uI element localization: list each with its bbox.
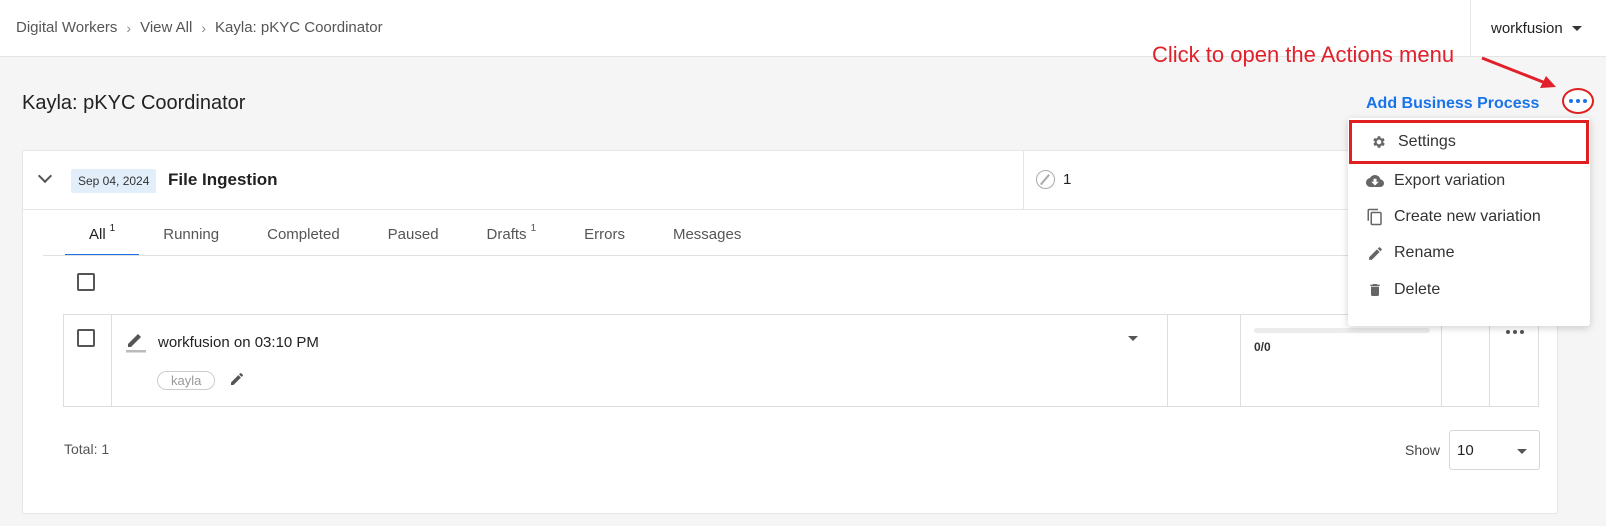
- chevron-down-icon[interactable]: [37, 168, 53, 184]
- gear-icon: [1370, 133, 1388, 151]
- breadcrumb-current: Kayla: pKYC Coordinator: [215, 19, 383, 36]
- process-header[interactable]: Sep 04, 2024 File Ingestion 1: [23, 151, 1559, 210]
- row-title[interactable]: workfusion on 03:10 PM: [158, 334, 319, 351]
- menu-item-label: Rename: [1394, 244, 1455, 261]
- business-process-card: Sep 04, 2024 File Ingestion 1 All 1 Runnin…: [22, 150, 1559, 514]
- more-dot: [1583, 99, 1587, 103]
- count-value: 1: [1063, 171, 1072, 188]
- process-count: 1: [1036, 170, 1071, 189]
- tab-count-badge: 1: [109, 222, 116, 234]
- user-name: workfusion: [1491, 20, 1563, 37]
- process-name: File Ingestion: [168, 170, 278, 189]
- tabs-divider: [43, 255, 1539, 256]
- trash-icon: [1366, 281, 1384, 299]
- tab-errors[interactable]: Errors: [560, 213, 649, 255]
- ban-icon: [1036, 170, 1055, 189]
- chevron-right-icon: ›: [201, 19, 207, 36]
- annotation-arrow-icon: [1481, 56, 1556, 88]
- row-caret-down-icon[interactable]: [1128, 336, 1138, 341]
- table-row[interactable]: workfusion on 03:10 PM kayla 0/0: [63, 314, 1539, 407]
- more-dot: [1576, 99, 1580, 103]
- cell-divider: [1167, 315, 1168, 406]
- progress-bar: [1254, 328, 1430, 333]
- cloud-download-icon: [1366, 172, 1384, 190]
- pencil-icon: [1366, 244, 1384, 262]
- breadcrumb: Digital Workers › View All › Kayla: pKYC…: [16, 19, 383, 36]
- total-count: Total: 1: [64, 441, 110, 457]
- caret-down-icon: [1517, 449, 1527, 454]
- progress-text: 0/0: [1254, 340, 1271, 354]
- cell-divider: [1240, 315, 1241, 406]
- cell-divider: [111, 315, 112, 406]
- add-business-process-button[interactable]: Add Business Process: [1366, 95, 1539, 113]
- date-badge: Sep 04, 2024: [71, 169, 157, 193]
- user-menu[interactable]: workfusion: [1470, 0, 1606, 57]
- tab-messages[interactable]: Messages: [649, 213, 765, 255]
- chevron-right-icon: ›: [126, 19, 132, 36]
- page-size-value: 10: [1457, 441, 1474, 459]
- cell-divider: [1441, 315, 1442, 406]
- annotation-text: Click to open the Actions menu: [1152, 42, 1455, 67]
- tab-running[interactable]: Running: [139, 213, 243, 255]
- tab-completed[interactable]: Completed: [243, 213, 364, 255]
- tab-label: Errors: [584, 225, 625, 243]
- tag-chip: kayla: [157, 371, 216, 390]
- menu-item-settings[interactable]: Settings: [1349, 120, 1589, 164]
- caret-down-icon: [1571, 26, 1582, 31]
- breadcrumb-view-all[interactable]: View All: [140, 19, 192, 36]
- cell-divider: [1489, 315, 1490, 406]
- tab-label: All: [89, 225, 106, 243]
- more-dot: [1513, 330, 1517, 334]
- divider: [1023, 151, 1024, 210]
- menu-item-label: Settings: [1398, 133, 1456, 150]
- tab-label: Drafts: [486, 225, 527, 243]
- tab-count-badge: 1: [530, 222, 537, 234]
- more-dot: [1506, 330, 1510, 334]
- actions-menu-button[interactable]: [1562, 88, 1594, 114]
- status-tabs: All 1 Running Completed Paused Drafts 1 Errors M…: [65, 213, 765, 256]
- row-checkbox[interactable]: [77, 329, 95, 347]
- show-label: Show: [1405, 442, 1441, 458]
- tab-label: Completed: [267, 225, 340, 243]
- menu-item-create-new-variation[interactable]: Create new variation: [1348, 199, 1590, 235]
- tab-label: Messages: [672, 225, 742, 243]
- copy-icon: [1366, 208, 1384, 226]
- draft-pencil-icon: [126, 334, 146, 353]
- menu-item-export-variation[interactable]: Export variation: [1348, 163, 1590, 199]
- tab-label: Running: [163, 225, 220, 243]
- menu-item-delete[interactable]: Delete: [1348, 272, 1590, 308]
- tab-label: Paused: [387, 225, 439, 243]
- select-all-checkbox[interactable]: [77, 273, 95, 291]
- tab-drafts[interactable]: Drafts 1: [463, 213, 561, 255]
- edit-tags-pencil-icon[interactable]: [229, 371, 245, 387]
- more-dots-icon: [1569, 99, 1573, 103]
- tab-all[interactable]: All 1: [65, 213, 140, 256]
- menu-item-label: Export variation: [1394, 172, 1506, 189]
- menu-item-rename[interactable]: Rename: [1348, 235, 1590, 271]
- menu-item-label: Delete: [1394, 281, 1441, 298]
- tab-paused[interactable]: Paused: [364, 213, 463, 255]
- breadcrumb-digital-workers[interactable]: Digital Workers: [16, 19, 117, 36]
- page-size-select[interactable]: 10: [1449, 430, 1540, 470]
- page-title: Kayla: pKYC Coordinator: [22, 92, 246, 114]
- menu-item-label: Create new variation: [1394, 208, 1541, 225]
- actions-menu: Settings Export variation Create new var…: [1348, 118, 1590, 326]
- row-more-icon[interactable]: [1506, 330, 1524, 334]
- more-dot: [1520, 330, 1524, 334]
